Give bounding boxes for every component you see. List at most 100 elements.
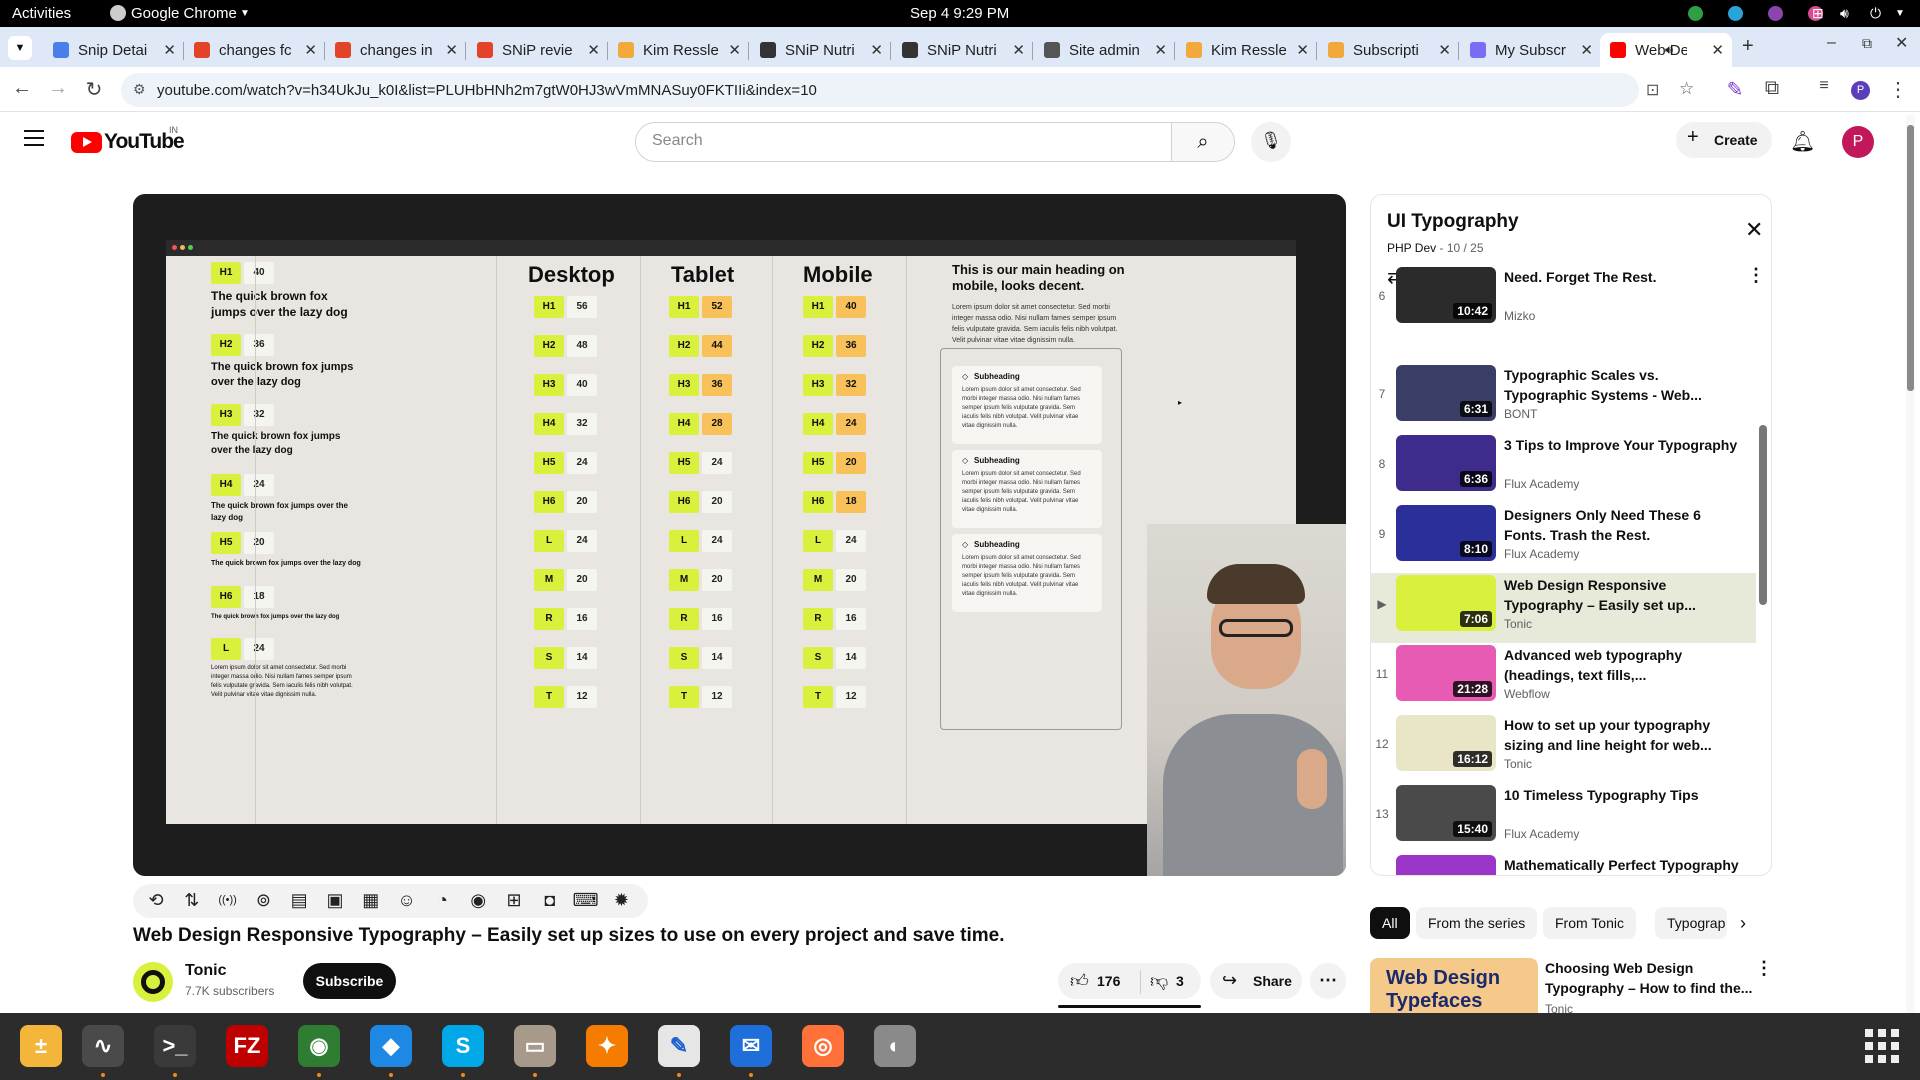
- playlist-item-thumbnail[interactable]: 7:06: [1396, 575, 1496, 631]
- recommended-menu-icon[interactable]: ⋮: [1755, 958, 1773, 979]
- dock-chrome-icon[interactable]: ◉: [298, 1025, 340, 1067]
- dock-blender-icon[interactable]: ✦: [586, 1025, 628, 1067]
- playlist-item-title[interactable]: Web Design Responsive Typography – Easil…: [1504, 575, 1744, 615]
- sync-tray-icon[interactable]: [1728, 6, 1743, 21]
- tab-close-icon[interactable]: ✕: [728, 41, 741, 59]
- dock-disks-icon[interactable]: ◐: [874, 1025, 916, 1067]
- voice-search-button[interactable]: 🎙︎: [1251, 122, 1291, 162]
- tab-3[interactable]: changes in ✕: [325, 33, 466, 67]
- forward-button[interactable]: →: [46, 77, 70, 100]
- account-avatar[interactable]: P: [1842, 126, 1874, 158]
- share-button[interactable]: ↪ Share: [1210, 963, 1302, 999]
- chrome-menu-icon[interactable]: ⋮: [1886, 77, 1910, 102]
- playlist-item-channel[interactable]: Tonic: [1504, 757, 1532, 771]
- tab-12[interactable]: Web De 🔊︎ ✕: [1600, 33, 1732, 67]
- channel-name[interactable]: Tonic: [185, 962, 226, 980]
- playlist-item-title[interactable]: Mathematically Perfect Typography for We…: [1504, 855, 1744, 875]
- extensions-puzzle-icon[interactable]: ⧉: [1760, 77, 1784, 100]
- tab-11[interactable]: My Subscr ✕: [1460, 33, 1601, 67]
- tab-9[interactable]: Kim Ressle ✕: [1176, 33, 1317, 67]
- thumbs-down-icon[interactable]: 👎︎: [1150, 970, 1168, 992]
- system-menu-chevron-icon[interactable]: ▼: [1895, 8, 1905, 19]
- playlist-item-thumbnail[interactable]: 6:36: [1396, 435, 1496, 491]
- keyboard-icon[interactable]: ⌨: [573, 890, 599, 912]
- playlist-item-thumbnail[interactable]: 10:42: [1396, 267, 1496, 323]
- recommended-title[interactable]: Choosing Web Design Typography – How to …: [1545, 958, 1755, 998]
- watch-later-icon[interactable]: ⊚: [250, 890, 276, 912]
- power-icon[interactable]: ⏻: [1870, 5, 1881, 22]
- speed-icon[interactable]: ◔: [429, 890, 455, 912]
- tab-search-chevron-icon[interactable]: ▼: [8, 36, 32, 60]
- playlist-item-thumbnail[interactable]: 16:12: [1396, 715, 1496, 771]
- filter-chip-2[interactable]: From the series: [1416, 907, 1538, 939]
- create-button[interactable]: + Create: [1676, 122, 1772, 158]
- settings-icon[interactable]: ✹: [608, 890, 634, 912]
- app-tray-icon[interactable]: [1768, 6, 1783, 21]
- tab-close-icon[interactable]: ✕: [1580, 41, 1593, 59]
- close-window-button[interactable]: ✕: [1895, 33, 1908, 53]
- tab-close-icon[interactable]: ✕: [163, 41, 176, 59]
- sort-icon[interactable]: ⇅: [179, 890, 205, 912]
- playlist-item-channel[interactable]: Flux Academy: [1504, 477, 1579, 491]
- clock[interactable]: Sep 4 9:29 PM: [910, 5, 1009, 22]
- dock-system-monitor-icon[interactable]: ∿: [82, 1025, 124, 1067]
- screenshot-icon[interactable]: ◉: [465, 890, 491, 912]
- playlist-item-channel[interactable]: Flux Academy: [1504, 827, 1579, 841]
- youtube-logo-icon[interactable]: [71, 132, 102, 153]
- filter-chip-4[interactable]: Typograp: [1655, 907, 1727, 939]
- playlist-item[interactable]: 6 10:42 Need. Forget The Rest. Mizko: [1371, 265, 1756, 335]
- playlist-item[interactable]: 12 16:12 How to set up your typography siz…: [1371, 713, 1756, 783]
- clapperboard-icon[interactable]: ▤: [286, 890, 312, 912]
- app-menu[interactable]: Google Chrome: [131, 5, 237, 22]
- camera-icon[interactable]: ◘: [537, 890, 563, 912]
- network-icon[interactable]: ⊞: [1812, 5, 1824, 22]
- show-apps-grid-icon[interactable]: [1865, 1029, 1899, 1063]
- dock-skype-icon[interactable]: S: [442, 1025, 484, 1067]
- playlist-item-title[interactable]: Designers Only Need These 6 Fonts. Trash…: [1504, 505, 1744, 545]
- mood-icon[interactable]: ☺: [394, 890, 420, 912]
- subscribe-button[interactable]: Subscribe: [303, 963, 396, 999]
- tab-6[interactable]: SNiP Nutri ✕: [750, 33, 891, 67]
- playlist-item-thumbnail[interactable]: 6:31: [1396, 365, 1496, 421]
- back-button[interactable]: ←: [10, 77, 34, 100]
- playlist-item[interactable]: 13 15:40 10 Timeless Typography Tips Flux A…: [1371, 783, 1756, 853]
- tab-close-icon[interactable]: ✕: [304, 41, 317, 59]
- tab-close-icon[interactable]: ✕: [1438, 41, 1451, 59]
- search-input[interactable]: Search: [635, 122, 1172, 162]
- playlist-item-title[interactable]: 10 Timeless Typography Tips: [1504, 785, 1744, 805]
- hamburger-menu-icon[interactable]: [24, 130, 44, 146]
- playlist-item-title[interactable]: Advanced web typography (headings, text …: [1504, 645, 1744, 685]
- playlist-item[interactable]: 7 6:31 Typographic Scales vs. Typographic …: [1371, 363, 1756, 433]
- playlist-item[interactable]: 8 6:36 3 Tips to Improve Your Typography Fl…: [1371, 433, 1756, 503]
- media-controls-icon[interactable]: ≡: [1812, 77, 1836, 95]
- minimize-button[interactable]: –: [1827, 34, 1836, 52]
- notifications-bell-icon[interactable]: 🔔︎: [1790, 129, 1815, 154]
- playlist-item-title[interactable]: Need. Forget The Rest.: [1504, 267, 1744, 287]
- activities-button[interactable]: Activities: [12, 5, 71, 22]
- tab-close-icon[interactable]: ✕: [445, 41, 458, 59]
- playlist-item-channel[interactable]: Flux Academy: [1504, 547, 1579, 561]
- playlist-channel[interactable]: PHP Dev: [1387, 241, 1436, 255]
- profile-avatar[interactable]: P: [1851, 81, 1870, 100]
- playlist-item[interactable]: 11 21:28 Advanced web typography (headings…: [1371, 643, 1756, 713]
- channel-avatar[interactable]: [133, 962, 173, 1002]
- tab-7[interactable]: SNiP Nutri ✕: [892, 33, 1033, 67]
- like-count[interactable]: 176: [1097, 973, 1120, 989]
- playlist-item-channel[interactable]: Tonic: [1504, 617, 1532, 631]
- playlist-item-title[interactable]: Typographic Scales vs. Typographic Syste…: [1504, 365, 1744, 405]
- tab-close-icon[interactable]: ✕: [1154, 41, 1167, 59]
- broadcast-icon[interactable]: ((•)): [215, 894, 241, 916]
- tab-5[interactable]: Kim Ressle ✕: [608, 33, 749, 67]
- playlist-item-channel[interactable]: Mizko: [1504, 309, 1535, 323]
- loop-icon[interactable]: ⟲: [143, 890, 169, 912]
- playlist-item-title[interactable]: How to set up your typography sizing and…: [1504, 715, 1744, 755]
- playlist-item-channel[interactable]: Webflow: [1504, 687, 1550, 701]
- tab-close-icon[interactable]: ✕: [1012, 41, 1025, 59]
- caption-icon[interactable]: ▦: [358, 890, 384, 912]
- page-scrollbar[interactable]: [1906, 115, 1915, 1013]
- dock-text-editor-icon[interactable]: ✎: [658, 1025, 700, 1067]
- close-playlist-icon[interactable]: ✕: [1745, 217, 1763, 243]
- playlist-item-channel[interactable]: BONT: [1504, 407, 1537, 421]
- dock-files-icon[interactable]: ▭: [514, 1025, 556, 1067]
- playlist-title[interactable]: UI Typography: [1387, 211, 1519, 233]
